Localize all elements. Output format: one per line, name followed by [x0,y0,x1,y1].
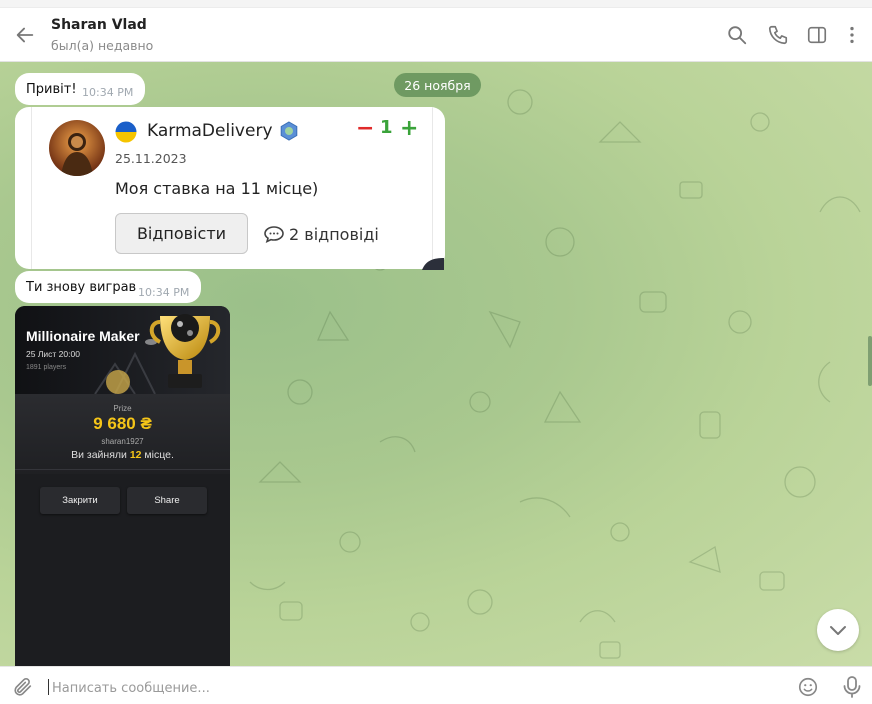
sidebar-toggle-icon[interactable] [806,24,828,46]
place-result: Ви зайняли 12 місце. [15,449,230,461]
window-top-strip [0,0,872,8]
verified-badge-icon [280,121,298,141]
post-text: Моя ставка на 11 місце) [115,179,319,198]
prize-amount: 9 680 ₴ [93,414,152,433]
message-text: Ти знову виграв [26,280,137,295]
replies-link[interactable]: 2 відповіді [263,224,379,244]
back-arrow-icon[interactable] [14,24,36,46]
tournament-result-card[interactable]: Millionaire Maker 25 Лист 20:00 1891 pla… [15,306,230,666]
chevron-down-icon [830,626,846,635]
search-icon[interactable] [726,24,748,46]
place-value: 12 [129,449,142,461]
post-date: 25.11.2023 [115,151,187,166]
scroll-to-bottom-button[interactable] [817,609,859,651]
tournament-players: 1891 players [26,364,67,371]
date-separator: 26 ноября [394,73,481,97]
card-corner-decoration [422,258,444,270]
place-suffix: місце. [144,449,174,461]
tournament-date: 25 Лист 20:00 [26,349,80,359]
reply-button[interactable]: Відповісти [115,213,248,254]
chat-status: был(а) недавно [51,38,154,53]
prize-label: Prize [113,404,132,413]
message-time: 10:34 PM [138,286,190,299]
comment-icon [264,226,284,243]
chat-title[interactable]: Sharan Vlad [51,17,147,33]
post-author-name[interactable]: KarmaDelivery [147,121,273,141]
share-button[interactable]: Share [127,487,207,514]
message-input[interactable]: Написать сообщение... [52,681,210,696]
message-bubble[interactable]: Ти знову виграв 10:34 PM [15,271,201,303]
message-time: 10:34 PM [82,86,134,99]
tournament-title: Millionaire Maker [26,328,140,344]
replies-count-label: 2 відповіді [289,224,379,244]
tournament-banner: Millionaire Maker 25 Лист 20:00 1891 pla… [15,306,230,394]
trophy-icon [149,314,221,388]
karma-plus-button[interactable]: + [400,116,418,141]
chat-scrollbar[interactable] [868,336,872,386]
microphone-icon[interactable] [841,675,863,699]
karma-minus-button[interactable]: − [356,116,374,141]
more-options-icon[interactable] [841,24,863,46]
text-caret [48,679,49,695]
ukraine-flag-icon [115,121,137,143]
avatar[interactable] [49,120,105,176]
game-card-divider [15,469,230,470]
message-text: Привіт! [26,82,77,97]
place-prefix: Ви зайняли [71,449,127,461]
player-username: sharan1927 [101,437,144,446]
emoji-icon[interactable] [797,676,819,698]
message-composer: Написать сообщение... [0,666,872,704]
message-bubble[interactable]: Привіт! 10:34 PM [15,73,145,105]
phone-icon[interactable] [767,24,789,46]
close-button[interactable]: Закрити [40,487,120,514]
karma-value: 1 [380,117,393,138]
paperclip-icon[interactable] [12,676,34,698]
chat-header: Sharan Vlad был(а) недавно [0,0,872,62]
